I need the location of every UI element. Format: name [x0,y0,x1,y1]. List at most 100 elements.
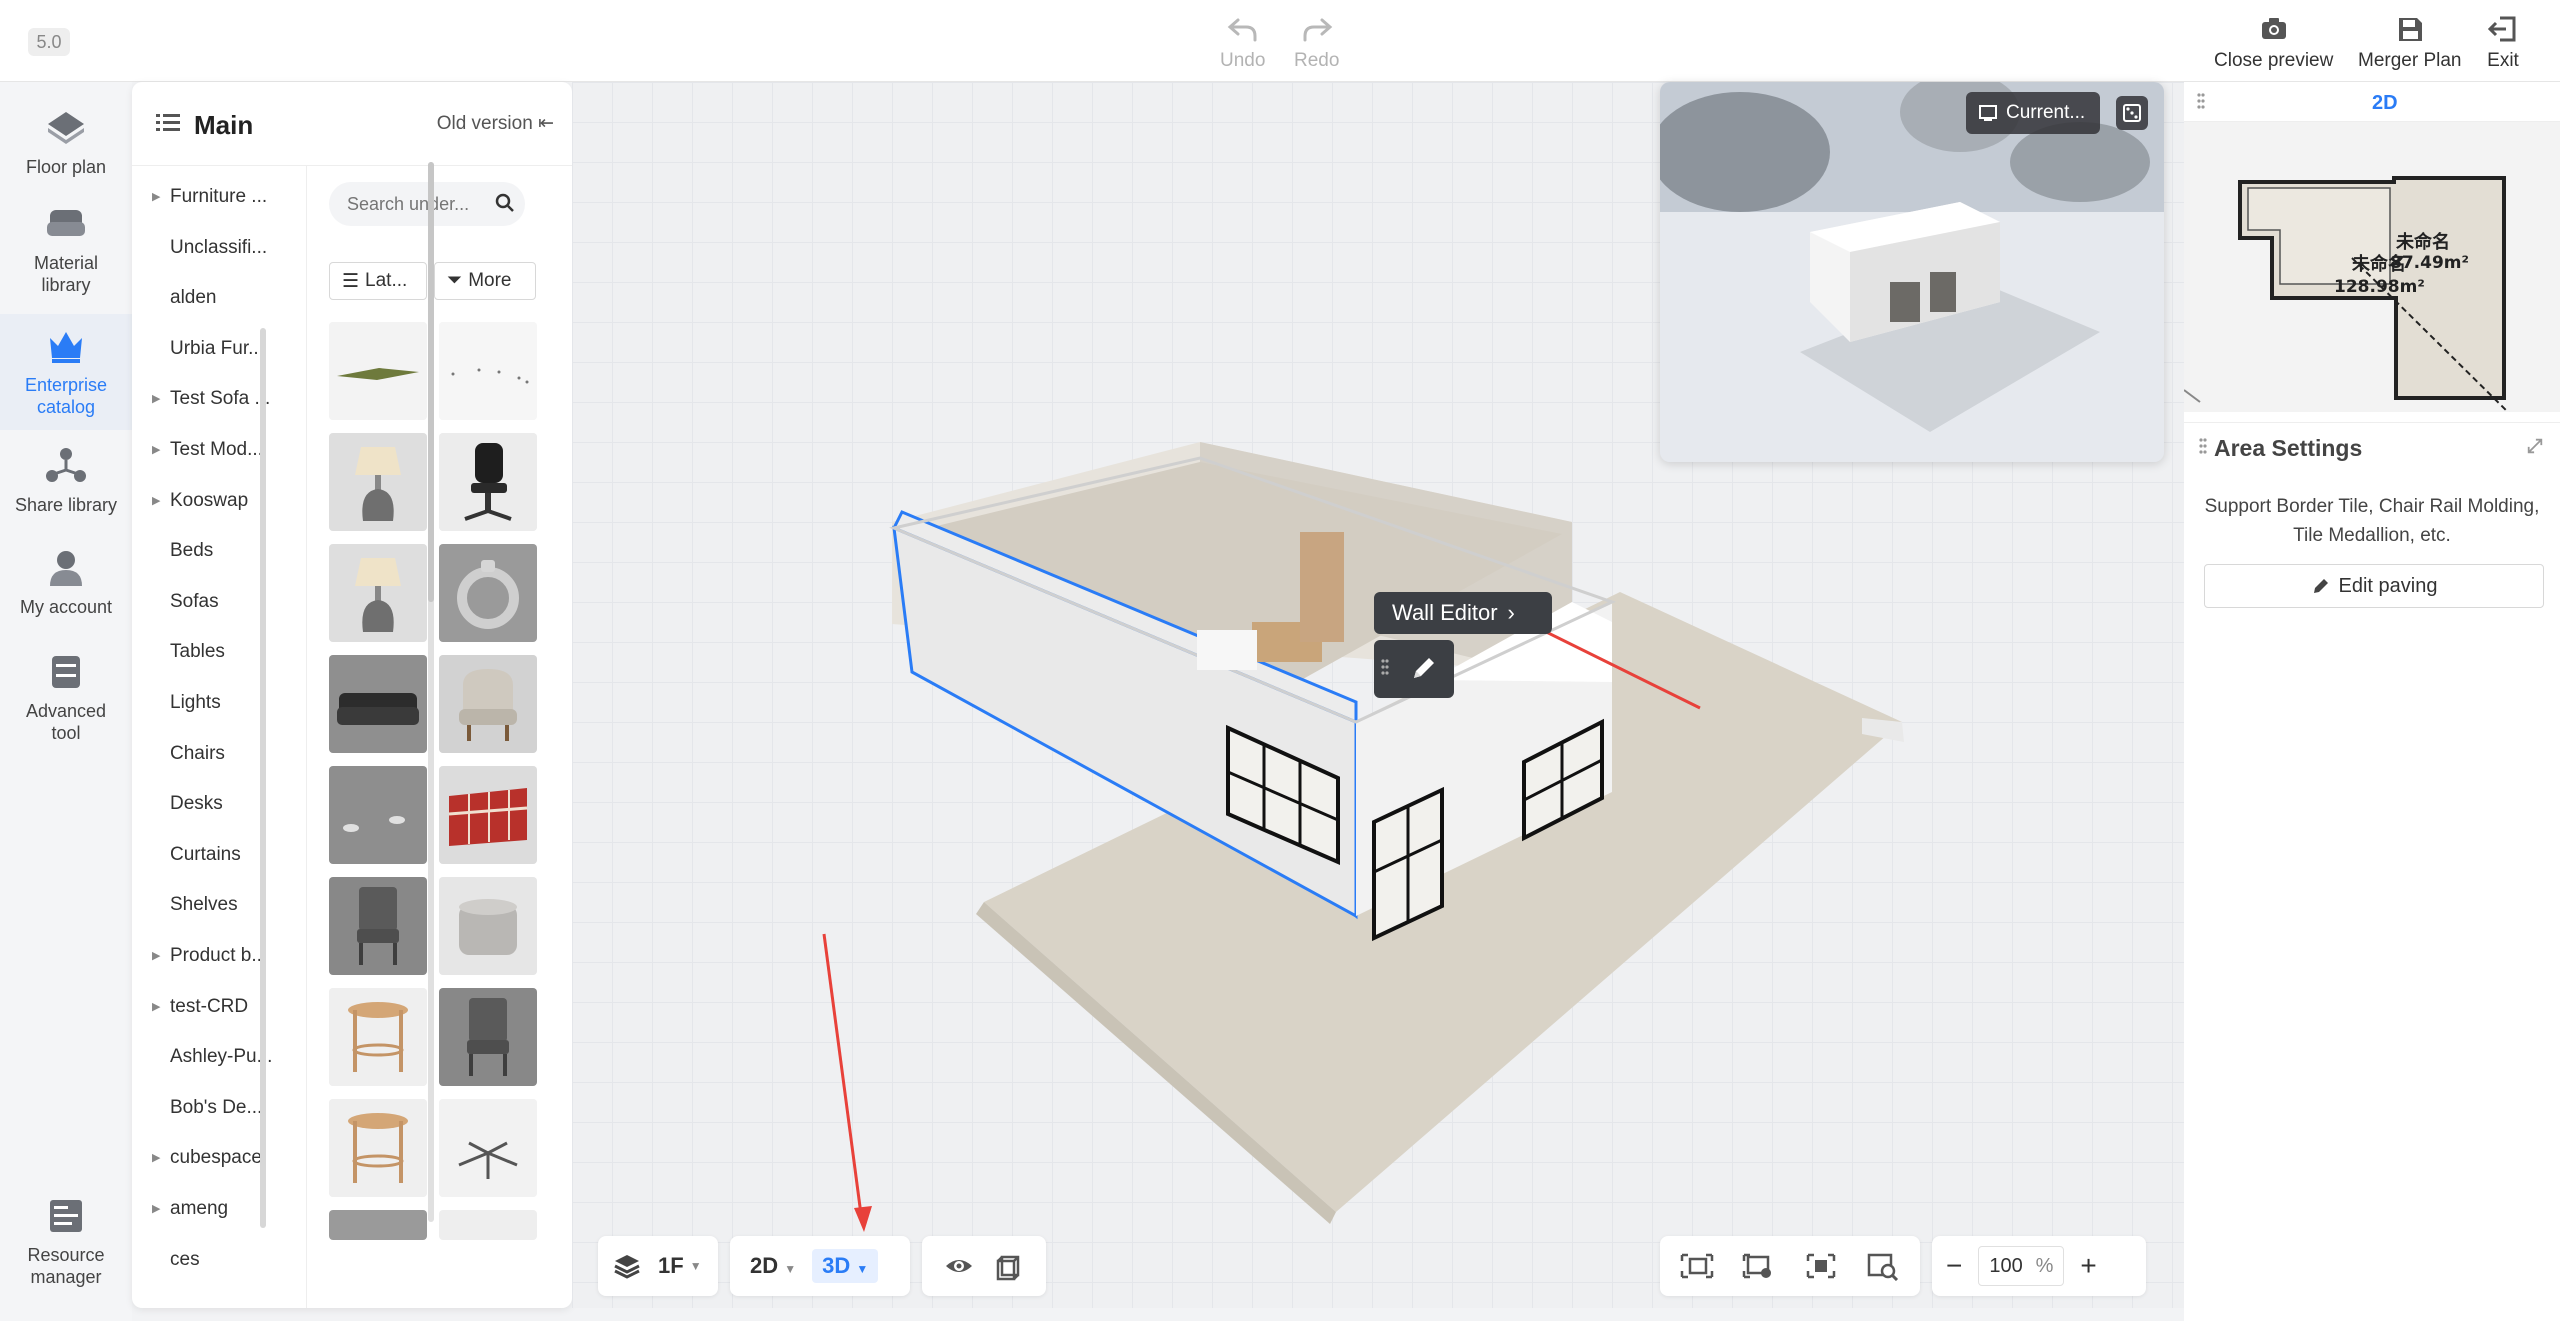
eye-icon[interactable] [944,1251,974,1281]
render-preview[interactable] [1660,82,2164,462]
product-thumbnail[interactable] [439,877,537,975]
caret-right-icon[interactable]: ▶ [152,494,160,507]
minimap[interactable]: 未命名 87.49m² 未命名 128.98m² [2183,122,2560,419]
rail-item-resource-manager[interactable]: Resource manager [0,1192,132,1302]
product-thumbnail[interactable] [439,766,537,864]
zoom-in-icon[interactable]: + [2080,1250,2096,1282]
ring-icon [439,544,537,642]
rail-item-label: Share library [14,495,118,515]
close-preview-button[interactable]: Close preview [2214,14,2333,72]
zoom-region-icon[interactable] [1866,1251,1900,1281]
minimap-tab-2d[interactable]: 2D [2372,92,2398,115]
search-icon[interactable] [494,192,516,214]
drag-handle-icon[interactable] [2196,92,2206,112]
edit-wall-tool[interactable] [1374,640,1454,698]
floor-plan-minimap[interactable]: 未命名 87.49m² 未命名 128.98m² [2183,122,2560,419]
list-icon[interactable] [156,112,180,134]
rail-item-floor-plan[interactable]: Floor plan [0,102,132,198]
caret-right-icon[interactable]: ▶ [152,1202,160,1215]
merger-plan-button[interactable]: Merger Plan [2358,14,2462,72]
product-thumbnail[interactable] [439,1099,537,1197]
category-item[interactable]: ▶ Test Mod... [132,425,307,475]
caret-right-icon[interactable]: ▶ [152,443,160,456]
product-thumbnail[interactable] [329,1210,427,1240]
product-thumbnail[interactable] [439,1210,537,1240]
caret-right-icon[interactable]: ▶ [152,949,160,962]
close-preview-label: Close preview [2214,50,2334,71]
category-item[interactable]: alden [132,273,307,323]
expand-icon[interactable] [2526,437,2544,455]
rail-item-share-library[interactable]: Share library [0,442,132,538]
old-version-link[interactable]: Old version ⇤ [437,112,554,135]
product-thumbnail[interactable] [439,655,537,753]
category-item[interactable]: Lights [132,678,307,728]
scrollbar-thumb[interactable] [428,162,434,602]
fit-view-icon[interactable] [1680,1251,1714,1281]
category-item[interactable]: ▶ test-CRD [132,982,307,1032]
category-item[interactable]: Bob's De... [132,1083,307,1133]
product-thumbnail[interactable] [329,766,427,864]
category-item[interactable]: Ashley-Pu... [132,1032,307,1082]
product-thumbnail[interactable] [439,988,537,1086]
category-item[interactable]: ces [132,1235,307,1285]
filter-more-button[interactable]: ⏷ More [434,262,536,300]
edit-paving-button[interactable]: Edit paving [2204,564,2544,608]
undo-button[interactable]: Undo [1220,14,1265,72]
rail-item-enterprise-catalog[interactable]: Enterprise catalog [0,314,132,430]
zoom-out-icon[interactable]: − [1946,1250,1962,1282]
product-thumbnail[interactable] [329,877,427,975]
caret-right-icon[interactable]: ▶ [152,1151,160,1164]
focus-icon[interactable] [1804,1251,1838,1281]
category-item[interactable]: Chairs [132,729,307,779]
product-thumbnail[interactable] [329,322,427,420]
caret-right-icon[interactable]: ▶ [152,190,160,203]
rail-item-advanced-tool[interactable]: Advanced tool [0,648,132,758]
category-item[interactable]: Shelves [132,880,307,930]
preview-current-button[interactable]: Current... [1966,92,2100,134]
product-thumbnail[interactable] [329,433,427,531]
sort-latest-button[interactable]: ☰ Lat... [329,262,427,300]
pencil-icon[interactable] [1408,652,1440,684]
rail-item-material-library[interactable]: Material library [0,200,132,300]
drag-handle-icon[interactable] [1380,658,1390,678]
category-item[interactable]: ▶ ameng [132,1184,307,1234]
product-scrollbar[interactable] [428,162,434,1222]
exit-button[interactable]: Exit [2486,14,2520,72]
product-thumbnail[interactable] [439,433,537,531]
view-2d-button[interactable]: 2D ▼ [750,1253,796,1279]
redo-label: Redo [1294,50,1340,71]
category-item[interactable]: Unclassifi... [132,223,307,273]
category-scrollbar[interactable] [260,328,266,1228]
view-3d-button[interactable]: 3D ▼ [812,1249,879,1283]
category-item[interactable]: Sofas [132,577,307,627]
category-item[interactable]: Urbia Fur... [132,324,307,374]
category-item[interactable]: ▶ Test Sofa ... [132,374,307,424]
redo-button[interactable]: Redo [1294,14,1339,72]
category-item[interactable]: ▶ Kooswap [132,476,307,526]
preview-expand-button[interactable] [2116,96,2148,130]
crown-icon [50,332,82,363]
product-thumbnail[interactable] [329,655,427,753]
product-thumbnail[interactable] [439,544,537,642]
drag-handle-icon[interactable] [2198,437,2208,457]
zoom-input[interactable]: 100 % [1978,1246,2065,1286]
product-thumbnail[interactable] [329,1099,427,1197]
category-item[interactable]: ▶ cubespace [132,1133,307,1183]
product-thumbnail[interactable] [329,988,427,1086]
product-thumbnail[interactable] [329,544,427,642]
cube-icon[interactable] [994,1251,1024,1281]
category-item[interactable]: Tables [132,627,307,677]
wall-editor-button[interactable]: Wall Editor › [1374,592,1552,634]
category-item[interactable]: ▶ Furniture ... [132,172,307,222]
rail-item-my-account[interactable]: My account [0,544,132,640]
camera-settings-icon[interactable] [1742,1251,1776,1281]
floor-selector[interactable]: 1F ▼ [598,1236,718,1296]
category-label: Furniture ... [170,186,268,207]
caret-right-icon[interactable]: ▶ [152,392,160,405]
product-thumbnail[interactable] [439,322,537,420]
category-item[interactable]: Curtains [132,830,307,880]
category-item[interactable]: Beds [132,526,307,576]
category-item[interactable]: Desks [132,779,307,829]
caret-right-icon[interactable]: ▶ [152,1000,160,1013]
category-item[interactable]: ▶ Product b... [132,931,307,981]
